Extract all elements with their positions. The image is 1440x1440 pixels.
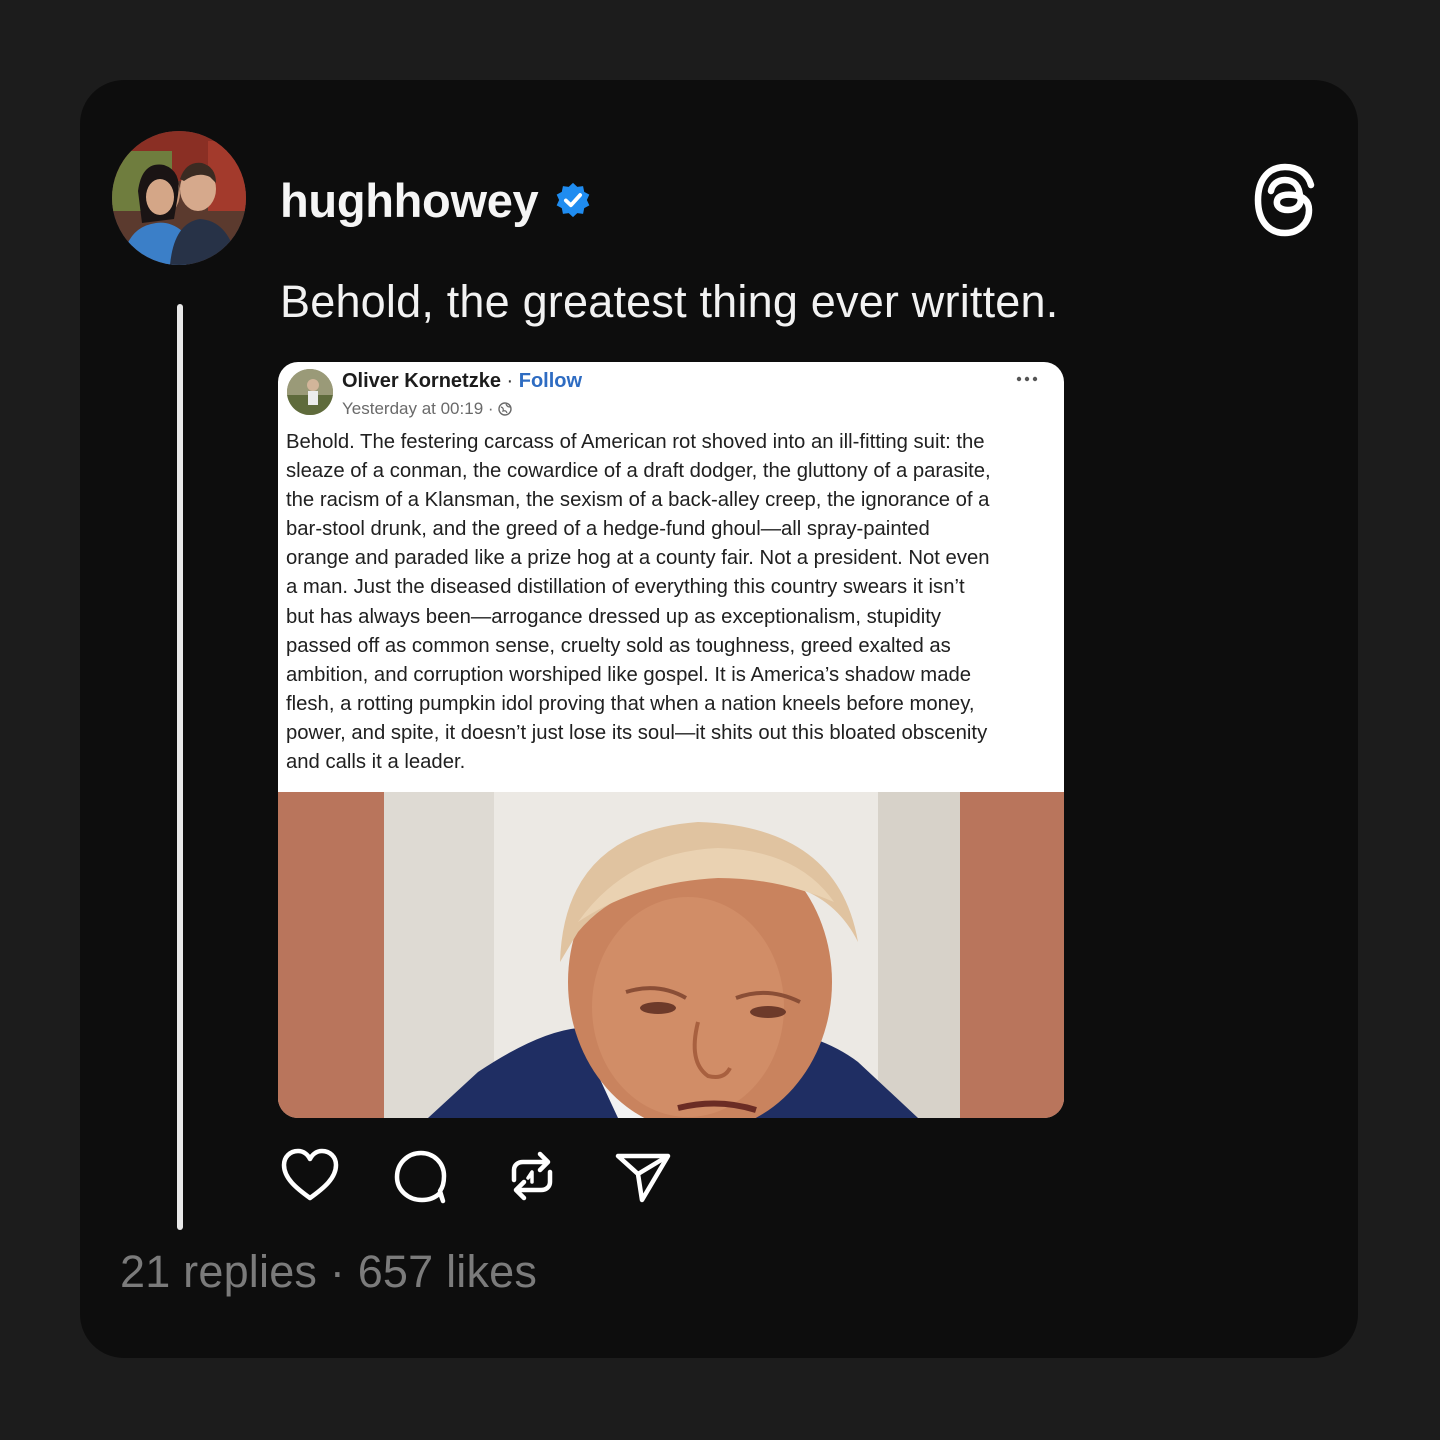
embed-follow-link[interactable]: Follow	[519, 370, 582, 392]
verified-badge-icon	[557, 182, 590, 218]
author-row: hughhowey	[280, 170, 592, 230]
embed-author-name[interactable]: Oliver Kornetzke	[342, 370, 501, 392]
post-text: Behold, the greatest thing ever written.	[280, 276, 1059, 327]
post-card: hughhowey Behold, the greatest thing eve…	[80, 80, 1358, 1358]
avatar[interactable]	[112, 131, 246, 265]
repost-button[interactable]	[500, 1144, 564, 1208]
action-bar	[278, 1144, 698, 1208]
embed-author-row: Oliver Kornetzke · Follow	[342, 370, 582, 393]
thread-line	[177, 304, 183, 1230]
embed-timestamp: Yesterday at 00:19 ·	[342, 399, 494, 418]
repost-icon	[511, 1151, 553, 1201]
more-dots-icon	[1016, 376, 1038, 382]
comment-icon	[394, 1150, 447, 1204]
reply-button[interactable]	[388, 1144, 452, 1208]
username[interactable]: hughhowey	[280, 173, 539, 228]
share-button[interactable]	[610, 1144, 674, 1208]
heart-icon	[281, 1148, 339, 1201]
embed-meta: Yesterday at 00:19 ·	[342, 399, 512, 419]
globe-icon	[497, 402, 512, 416]
send-icon	[615, 1153, 671, 1203]
threads-logo-icon	[1254, 163, 1315, 237]
embed-author-avatar	[287, 369, 333, 415]
embed-separator: ·	[500, 370, 519, 392]
post-stats[interactable]: 21 replies · 657 likes	[120, 1246, 537, 1298]
embed-body-text: Behold. The festering carcass of America…	[286, 431, 991, 774]
embed-photo	[278, 792, 1064, 1118]
embedded-screenshot[interactable]: Oliver Kornetzke · Follow Yesterday at 0…	[278, 362, 1064, 1118]
like-button[interactable]	[278, 1144, 342, 1208]
